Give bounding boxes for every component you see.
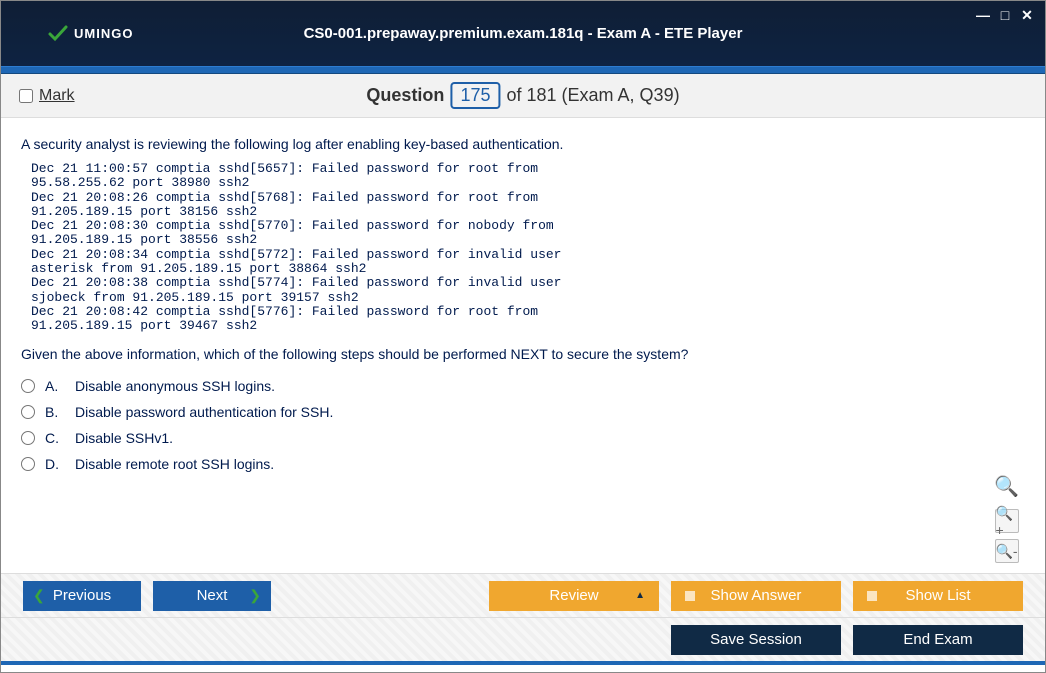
logo-text: UMINGO [74,26,133,41]
option-c-radio[interactable] [21,431,35,445]
question-header: Mark Question 175 of 181 (Exam A, Q39) [1,74,1045,118]
question-total: of 181 (Exam A, Q39) [506,85,679,106]
save-session-label: Save Session [710,631,802,648]
mark-checkbox-wrap[interactable]: Mark [19,87,75,105]
zoom-controls: 🔍 🔍+ 🔍- [994,474,1019,563]
option-c[interactable]: C. Disable SSHv1. [21,430,1025,446]
option-letter: B. [45,404,65,420]
option-d-radio[interactable] [21,457,35,471]
minimize-button[interactable]: — [975,7,991,24]
title-bar: UMINGO CS0-001.prepaway.premium.exam.181… [1,1,1045,66]
next-button[interactable]: Next ❯ [153,581,271,611]
review-button[interactable]: Review ▲ [489,581,659,611]
app-logo: UMINGO [46,22,133,46]
option-letter: C. [45,430,65,446]
show-list-button[interactable]: Show List [853,581,1023,611]
mark-checkbox[interactable] [19,89,33,103]
option-d[interactable]: D. Disable remote root SSH logins. [21,456,1025,472]
show-answer-button[interactable]: Show Answer [671,581,841,611]
option-letter: A. [45,378,65,394]
window-controls: — □ ✕ [975,7,1035,24]
option-letter: D. [45,456,65,472]
square-icon [685,591,695,601]
end-exam-label: End Exam [903,631,972,648]
footer-session: Save Session End Exam [1,617,1045,661]
close-button[interactable]: ✕ [1019,7,1035,24]
triangle-up-icon: ▲ [635,590,645,601]
previous-label: Previous [53,587,111,604]
question-prompt: Given the above information, which of th… [21,346,1025,362]
log-block: Dec 21 11:00:57 comptia sshd[5657]: Fail… [31,162,1025,334]
arrow-left-icon: ❮ [33,587,45,604]
show-answer-label: Show Answer [711,587,802,604]
accent-strip [1,66,1045,74]
end-exam-button[interactable]: End Exam [853,625,1023,655]
question-word: Question [366,85,444,106]
option-a[interactable]: A. Disable anonymous SSH logins. [21,378,1025,394]
option-a-radio[interactable] [21,379,35,393]
maximize-button[interactable]: □ [997,7,1013,24]
arrow-right-icon: ❯ [249,587,261,604]
option-text: Disable password authentication for SSH. [75,404,333,420]
option-b-radio[interactable] [21,405,35,419]
answer-options: A. Disable anonymous SSH logins. B. Disa… [21,378,1025,472]
show-list-label: Show List [905,587,970,604]
option-text: Disable SSHv1. [75,430,173,446]
option-text: Disable remote root SSH logins. [75,456,274,472]
next-label: Next [197,587,228,604]
checkmark-icon [46,22,70,46]
question-counter: Question 175 of 181 (Exam A, Q39) [366,82,679,109]
footer-nav: ❮ Previous Next ❯ Review ▲ Show Answer S… [1,573,1045,617]
question-content: A security analyst is reviewing the foll… [1,118,1045,573]
window-title: CS0-001.prepaway.premium.exam.181q - Exa… [304,25,743,42]
zoom-in-button[interactable]: 🔍+ [995,509,1019,533]
mark-label: Mark [39,87,75,105]
search-icon[interactable]: 🔍 [994,474,1019,499]
zoom-out-button[interactable]: 🔍- [995,539,1019,563]
previous-button[interactable]: ❮ Previous [23,581,141,611]
square-icon [867,591,877,601]
question-intro: A security analyst is reviewing the foll… [21,136,1025,152]
review-label: Review [549,587,598,604]
bottom-accent [1,661,1045,665]
option-b[interactable]: B. Disable password authentication for S… [21,404,1025,420]
question-number: 175 [450,82,500,109]
option-text: Disable anonymous SSH logins. [75,378,275,394]
save-session-button[interactable]: Save Session [671,625,841,655]
